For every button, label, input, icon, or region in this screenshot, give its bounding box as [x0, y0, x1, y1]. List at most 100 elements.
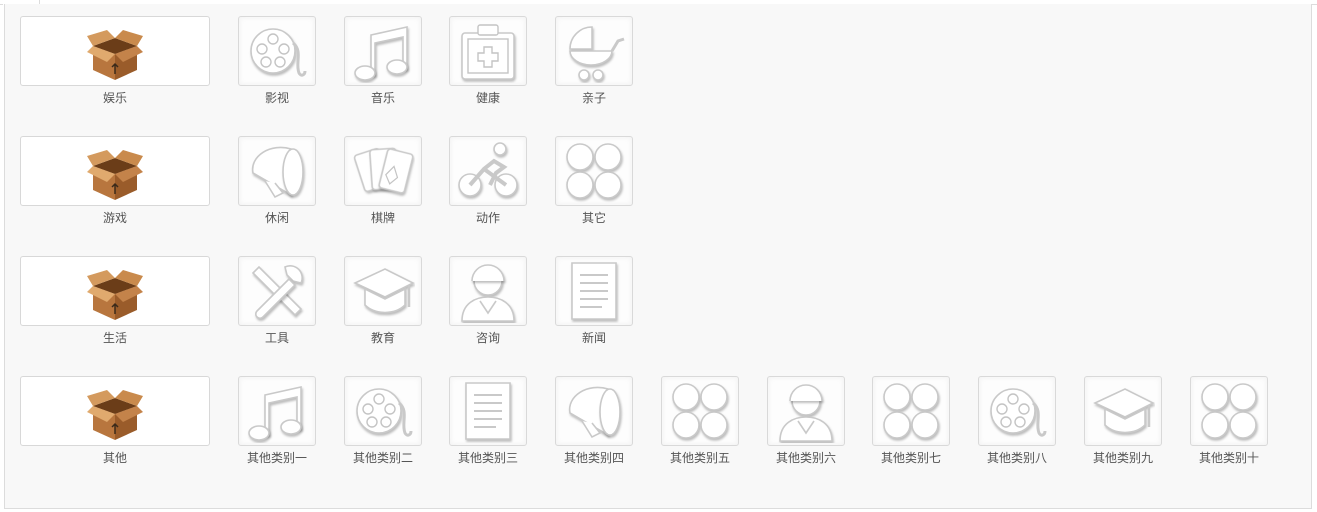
tile-label: 其他类别一: [246, 451, 307, 465]
category-row-games: 游戏 休闲 棋牌 动作 其它: [5, 136, 1311, 226]
item-tile[interactable]: 新闻: [554, 256, 634, 346]
support-agent-icon: [779, 384, 833, 442]
category-label: 其他: [102, 451, 127, 465]
tile-box: [661, 376, 739, 446]
document-icon: [465, 382, 511, 440]
tile-box: [449, 16, 527, 86]
category-icon-box: [20, 16, 210, 86]
tile-box: [344, 376, 422, 446]
four-circles-icon: [672, 383, 728, 439]
item-tile[interactable]: 其他类别七: [871, 376, 951, 466]
item-tile[interactable]: 工具: [237, 256, 317, 346]
tile-box: [344, 256, 422, 326]
package-icon: [87, 390, 143, 440]
item-tile[interactable]: 其他类别六: [766, 376, 846, 466]
tile-box: [449, 256, 527, 326]
tile-label: 其他类别二: [352, 451, 413, 465]
package-icon: [87, 30, 143, 80]
tile-label: 影视: [264, 91, 289, 105]
category-panel: 娱乐 影视 音乐 健康 亲子 游戏 休闲 棋牌 动作 其它 生活 工具 教育 咨…: [4, 4, 1312, 509]
item-tile[interactable]: 其他类别五: [660, 376, 740, 466]
item-tile[interactable]: 咨询: [448, 256, 528, 346]
item-tile[interactable]: 棋牌: [343, 136, 423, 226]
item-tile[interactable]: 健康: [448, 16, 528, 106]
item-tile[interactable]: 教育: [343, 256, 423, 346]
tile-label: 其它: [581, 211, 606, 225]
item-tile[interactable]: 其他类别四: [554, 376, 634, 466]
tile-label: 其他类别五: [669, 451, 730, 465]
tile-box: [1084, 376, 1162, 446]
document-icon: [571, 262, 617, 320]
tile-label: 其他类别四: [563, 451, 624, 465]
category-games[interactable]: 游戏: [20, 136, 210, 226]
support-agent-icon: [461, 264, 515, 322]
tile-box: [344, 16, 422, 86]
tile-label: 其他类别六: [775, 451, 836, 465]
tile-box: [238, 256, 316, 326]
music-note-icon: [248, 386, 302, 441]
tile-label: 新闻: [581, 331, 606, 345]
tile-box: [555, 136, 633, 206]
film-reel-icon: [990, 388, 1047, 437]
playing-cards-icon: [353, 147, 414, 194]
category-icon-box: [20, 136, 210, 206]
tile-label: 教育: [370, 331, 395, 345]
tile-box: [872, 376, 950, 446]
tile-label: 音乐: [370, 91, 395, 105]
category-entertainment[interactable]: 娱乐: [20, 16, 210, 106]
baby-stroller-icon: [569, 26, 625, 81]
tile-label: 咨询: [475, 331, 500, 345]
tile-box: [238, 16, 316, 86]
category-other[interactable]: 其他: [20, 376, 210, 466]
four-circles-icon: [883, 383, 939, 439]
item-tile[interactable]: 其它: [554, 136, 634, 226]
tile-box: [767, 376, 845, 446]
tile-box: [555, 16, 633, 86]
graduation-cap-icon: [1093, 388, 1155, 434]
megaphone-icon: [251, 146, 304, 199]
category-row-other: 其他 其他类别一 其他类别二 其他类别三 其他类别四 其他类别五 其他类别六 其…: [5, 376, 1311, 466]
tools-icon: [251, 265, 303, 320]
item-tile[interactable]: 其他类别二: [343, 376, 423, 466]
item-tile[interactable]: 其他类别十: [1189, 376, 1269, 466]
tile-box: [978, 376, 1056, 446]
cyclist-icon: [458, 142, 518, 197]
tile-label: 其他类别八: [986, 451, 1047, 465]
item-tile[interactable]: 动作: [448, 136, 528, 226]
tile-box: [238, 376, 316, 446]
category-life[interactable]: 生活: [20, 256, 210, 346]
music-note-icon: [354, 26, 408, 81]
tile-label: 其他类别十: [1198, 451, 1259, 465]
four-circles-icon: [1201, 383, 1257, 439]
item-tile[interactable]: 影视: [237, 16, 317, 106]
film-reel-icon: [250, 28, 307, 77]
tile-box: [555, 256, 633, 326]
tile-label: 棋牌: [370, 211, 395, 225]
category-icon-box: [20, 376, 210, 446]
item-tile[interactable]: 其他类别一: [237, 376, 317, 466]
package-icon: [87, 150, 143, 200]
category-icon-box: [20, 256, 210, 326]
first-aid-kit-icon: [461, 24, 515, 80]
item-tile[interactable]: 休闲: [237, 136, 317, 226]
item-tile[interactable]: 其他类别三: [448, 376, 528, 466]
category-label: 娱乐: [102, 91, 127, 105]
film-reel-icon: [356, 388, 413, 437]
tile-label: 工具: [264, 331, 289, 345]
item-tile[interactable]: 其他类别九: [1083, 376, 1163, 466]
tile-label: 其他类别七: [880, 451, 941, 465]
tile-label: 其他类别九: [1092, 451, 1153, 465]
tile-box: [449, 376, 527, 446]
tile-label: 亲子: [581, 91, 606, 105]
category-label: 游戏: [102, 211, 127, 225]
four-circles-icon: [566, 143, 622, 199]
item-tile[interactable]: 其他类别八: [977, 376, 1057, 466]
tile-label: 休闲: [264, 211, 289, 225]
tile-label: 其他类别三: [457, 451, 518, 465]
tile-box: [238, 136, 316, 206]
category-row-life: 生活 工具 教育 咨询 新闻: [5, 256, 1311, 346]
tile-box: [344, 136, 422, 206]
item-tile[interactable]: 音乐: [343, 16, 423, 106]
tile-box: [449, 136, 527, 206]
item-tile[interactable]: 亲子: [554, 16, 634, 106]
